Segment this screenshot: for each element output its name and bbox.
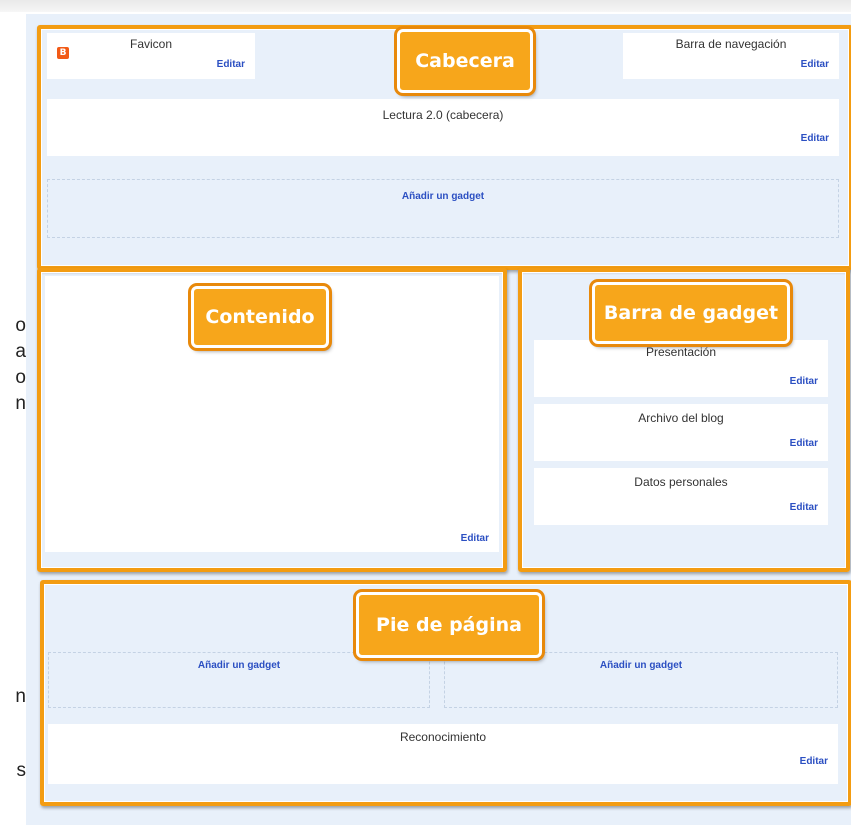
reconocimiento-title: Reconocimiento xyxy=(399,730,487,744)
header-add-gadget-link[interactable]: Añadir un gadget xyxy=(47,179,839,238)
left-text-fragment: n xyxy=(15,393,26,414)
left-text-fragment: n xyxy=(15,686,26,707)
sidebar-region: Presentación Editar Archivo del blog Edi… xyxy=(518,268,850,572)
left-text-fragment: o xyxy=(15,367,26,388)
sidebar-gadget-datos: Datos personales Editar xyxy=(534,468,828,525)
navbar-title: Barra de navegación xyxy=(675,37,787,51)
layout-canvas: B Favicon Editar Barra de navegación Edi… xyxy=(26,14,851,825)
footer-region: Añadir un gadget Añadir un gadget Recono… xyxy=(40,580,851,806)
navbar-edit-link[interactable]: Editar xyxy=(801,59,829,70)
header-region: B Favicon Editar Barra de navegación Edi… xyxy=(37,25,851,270)
content-region: Editar Contenido xyxy=(37,268,507,572)
footer-add-gadget-right-link[interactable]: Añadir un gadget xyxy=(444,652,838,708)
sidebar-gadget-archivo: Archivo del blog Editar xyxy=(534,404,828,461)
lectura-edit-link[interactable]: Editar xyxy=(801,133,829,144)
window-top-strip xyxy=(0,0,851,12)
datos-title: Datos personales xyxy=(634,475,728,489)
archivo-title: Archivo del blog xyxy=(638,411,724,425)
left-text-fragment: s xyxy=(16,760,27,781)
presentacion-title: Presentación xyxy=(645,345,717,359)
favicon-edit-link[interactable]: Editar xyxy=(217,59,245,70)
reconocimiento-gadget: Reconocimiento Editar xyxy=(48,724,838,784)
favicon-title: Favicon xyxy=(129,37,173,51)
navbar-gadget: Barra de navegación Editar xyxy=(623,33,839,79)
content-edit-link[interactable]: Editar xyxy=(461,533,489,544)
presentacion-edit-link[interactable]: Editar xyxy=(790,376,818,387)
sidebar-callout: Barra de gadget xyxy=(592,282,790,344)
header-callout: Cabecera xyxy=(397,29,533,93)
sidebar-gadget-presentacion: Presentación Editar xyxy=(534,340,828,397)
left-text-fragment: a xyxy=(15,341,26,362)
lectura-header-gadget: Lectura 2.0 (cabecera) Editar xyxy=(47,99,839,156)
content-callout: Contenido xyxy=(191,286,329,348)
lectura-title: Lectura 2.0 (cabecera) xyxy=(382,108,504,122)
datos-edit-link[interactable]: Editar xyxy=(790,502,818,513)
archivo-edit-link[interactable]: Editar xyxy=(790,438,818,449)
reconocimiento-edit-link[interactable]: Editar xyxy=(800,756,828,767)
footer-add-gadget-left-link[interactable]: Añadir un gadget xyxy=(48,652,430,708)
left-text-fragment: o xyxy=(15,315,26,336)
favicon-gadget: B Favicon Editar xyxy=(47,33,255,79)
footer-callout: Pie de página xyxy=(356,592,542,658)
